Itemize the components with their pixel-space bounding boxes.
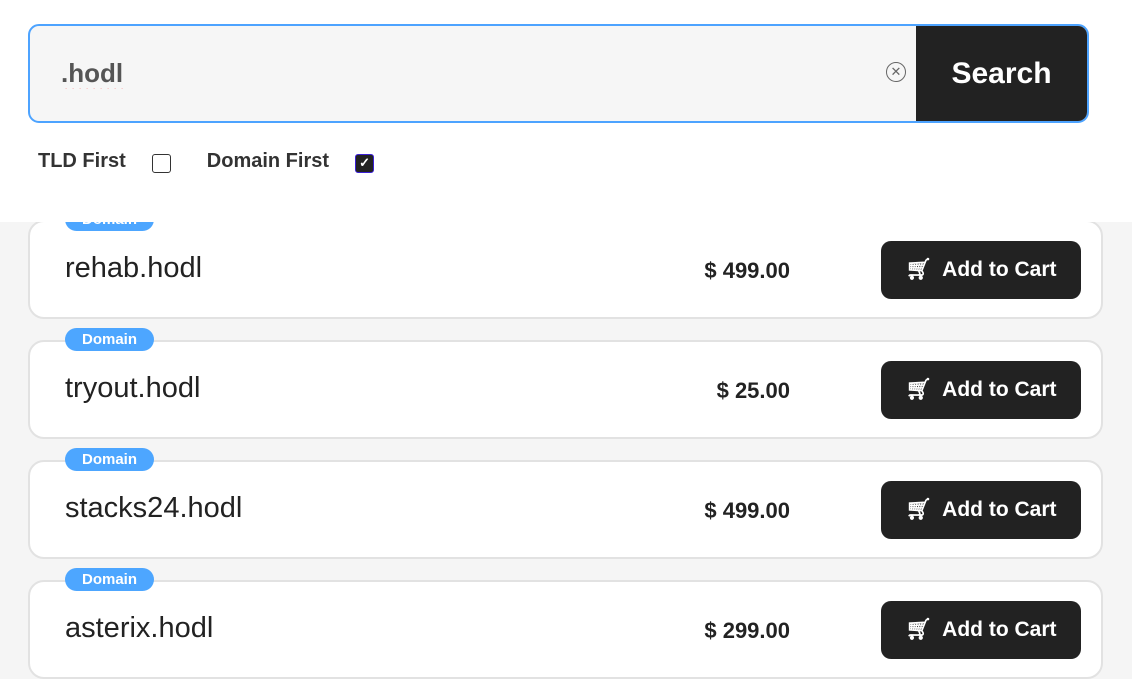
domain-price: $ 25.00 <box>716 378 790 403</box>
domain-name: stacks24.hodl <box>65 492 243 524</box>
tld-first-label: TLD First <box>38 150 126 172</box>
add-to-cart-button[interactable]: 🛒︎ Add to Cart <box>881 361 1081 419</box>
search-header: ✕ Search TLD First Domain First ✓ <box>0 0 1132 222</box>
add-to-cart-button[interactable]: 🛒︎ Add to Cart <box>881 601 1081 659</box>
search-button[interactable]: Search <box>916 26 1087 121</box>
domain-name: tryout.hodl <box>65 372 201 404</box>
tld-first-checkbox[interactable] <box>151 154 171 173</box>
result-card: Domain rehab.hodl $ 499.00 🛒︎Add to Cart <box>28 208 1103 319</box>
domain-price: $ 299.00 <box>704 618 790 643</box>
domain-badge: Domain <box>65 568 154 591</box>
search-input[interactable] <box>30 26 910 121</box>
domain-price: $ 499.00 <box>704 258 790 283</box>
domain-first-checkbox[interactable]: ✓ <box>355 154 375 173</box>
add-to-cart-label: Add to Cart <box>942 258 1057 281</box>
clear-icon[interactable]: ✕ <box>886 62 906 82</box>
cart-icon: 🛒︎ <box>905 378 933 401</box>
add-to-cart-button[interactable]: 🛒︎ Add to Cart <box>881 241 1081 299</box>
sort-options: TLD First Domain First ✓ <box>38 150 410 173</box>
domain-badge: Domain <box>65 328 154 351</box>
search-bar: ✕ Search <box>28 24 1089 123</box>
cart-icon: 🛒︎ <box>905 498 933 521</box>
cart-icon: 🛒︎ <box>905 618 933 641</box>
result-card: Domain tryout.hodl $ 25.00 🛒︎ Add to Cart <box>28 328 1103 439</box>
add-to-cart-label: Add to Cart <box>942 618 1057 641</box>
cart-icon: 🛒︎ <box>905 258 933 281</box>
add-to-cart-label: Add to Cart <box>942 498 1057 521</box>
add-to-cart-button[interactable]: 🛒︎ Add to Cart <box>881 481 1081 539</box>
domain-name: asterix.hodl <box>65 612 214 644</box>
domain-first-label: Domain First <box>206 150 330 172</box>
add-to-cart-label: Add to Cart <box>942 378 1057 401</box>
domain-name: rehab.hodl <box>65 252 203 284</box>
result-card: Domain stacks24.hodl $ 499.00 🛒︎ Add to C… <box>28 448 1103 559</box>
domain-badge: Domain <box>65 448 154 471</box>
domain-price: $ 499.00 <box>704 498 790 523</box>
result-card: Domain asterix.hodl $ 299.00 🛒︎ Add to Ca… <box>28 568 1103 679</box>
